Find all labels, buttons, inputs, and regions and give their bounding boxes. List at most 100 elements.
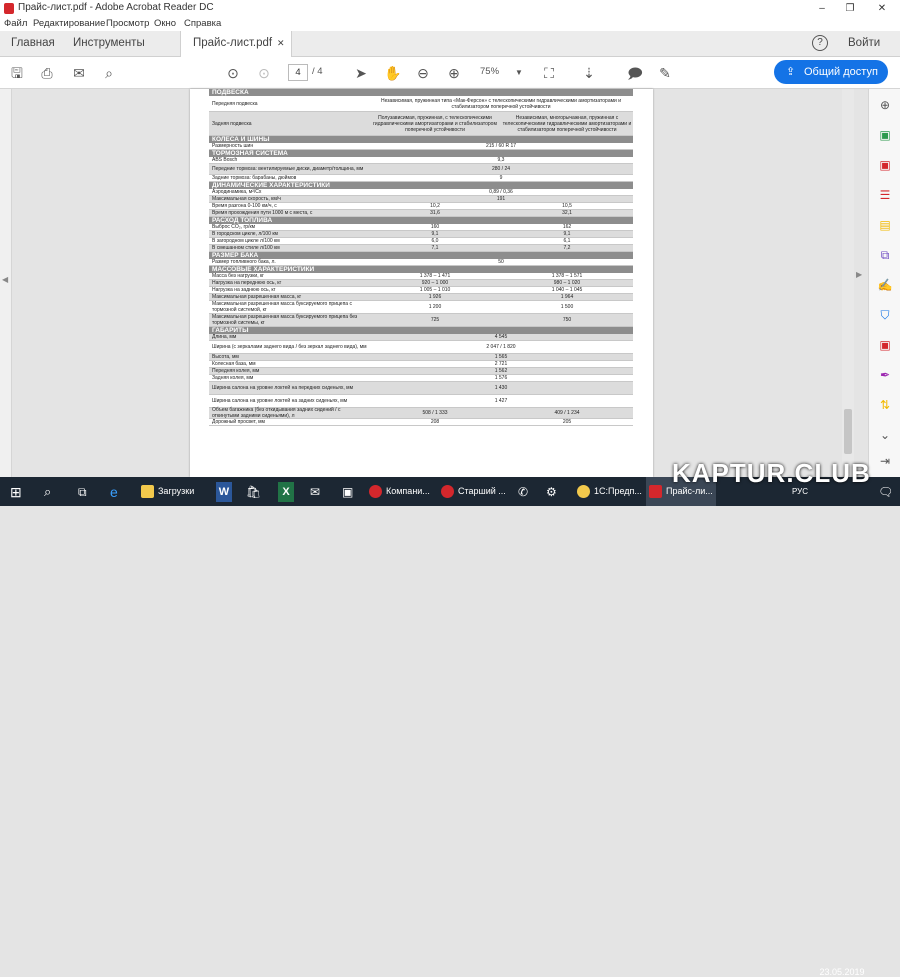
taskbar-app-label: Загрузки xyxy=(158,486,195,496)
create-pdf-icon[interactable]: ▣ xyxy=(877,157,893,173)
menu-window[interactable]: Окно xyxy=(154,18,176,29)
start-windows-icon[interactable]: ⊞ xyxy=(10,482,22,502)
comment-icon[interactable]: 🗩 xyxy=(626,64,644,82)
menu-edit[interactable]: Редактирование xyxy=(33,18,105,29)
help-icon[interactable]: ? xyxy=(812,35,828,51)
spec-value-variant-1: 9,1 xyxy=(431,231,439,237)
spec-row: Размер топливного бака, л. 50 xyxy=(209,259,633,266)
tab-home[interactable]: Главная xyxy=(11,37,55,49)
highlight-pen-icon[interactable]: ✎ xyxy=(656,64,674,82)
section-header: ГАБАРИТЫ xyxy=(209,327,633,334)
zoom-level-dropdown[interactable]: 75% xyxy=(480,66,499,77)
maximize-button[interactable]: ❐ xyxy=(838,1,862,16)
scrollbar-thumb[interactable] xyxy=(844,409,852,454)
viber-icon[interactable]: ✆ xyxy=(518,482,528,502)
spec-value-variant-1: 160 xyxy=(430,224,440,230)
sign-in-link[interactable]: Войти xyxy=(848,37,880,49)
spec-value: 2 721 xyxy=(494,361,508,367)
spec-value: 1 565 xyxy=(494,354,508,360)
notifications-icon[interactable]: 🗨 xyxy=(878,482,893,502)
spec-label: Аэродинамика, м²/Cx xyxy=(212,189,262,195)
tab-tools[interactable]: Инструменты xyxy=(73,37,145,49)
spec-value-variant-2: 1 964 xyxy=(560,294,574,300)
acrobat-icon xyxy=(649,485,662,498)
spec-value-variant-2: 409 / 1 234 xyxy=(554,410,580,416)
word-icon[interactable]: W xyxy=(216,482,232,502)
spec-row: Задняя колея, мм 1 576 xyxy=(209,375,633,382)
organize-pages-icon[interactable]: ☰ xyxy=(877,187,893,203)
minimize-button[interactable]: – xyxy=(810,1,834,16)
scroll-mode-icon[interactable]: ⇣ xyxy=(580,64,598,82)
spec-label: ABS Bosch xyxy=(212,157,238,163)
next-page-icon[interactable]: ⊙ xyxy=(255,64,273,82)
expand-pane-icon[interactable]: ⇥ xyxy=(877,453,893,469)
section-header: РАСХОД ТОПЛИВА xyxy=(209,217,633,224)
spec-label: В загородном цикле л/100 км xyxy=(212,238,280,244)
export-pdf-icon[interactable]: ▣ xyxy=(877,127,893,143)
comment-tool-icon[interactable]: ▤ xyxy=(877,217,893,233)
save-icon[interactable]: 🖫 xyxy=(8,64,26,82)
spec-value-variant-2: 750 xyxy=(562,317,572,323)
expand-left-panel-icon[interactable]: ◀ xyxy=(2,275,8,284)
excel-icon[interactable]: X xyxy=(278,482,294,502)
taskbar-app-opera-2[interactable]: Старший ... xyxy=(438,477,510,506)
spec-row: Высота, мм 1 565 xyxy=(209,354,633,361)
left-panel-strip[interactable]: ◀ xyxy=(0,89,12,477)
signature-icon[interactable]: ✒ xyxy=(877,367,893,383)
opera-icon xyxy=(369,485,382,498)
spec-row: Максимальная разрешенная масса, кг 1 926 1… xyxy=(209,294,633,301)
fill-sign-icon[interactable]: ✍ xyxy=(877,277,893,293)
zoom-in-icon[interactable]: ⊕ xyxy=(445,64,463,82)
app-icon[interactable]: ⚙ xyxy=(546,482,557,502)
spec-value: 9,3 xyxy=(497,157,505,163)
spec-value-variant-1: 920 – 1 000 xyxy=(421,280,449,286)
vertical-scrollbar[interactable] xyxy=(842,89,854,477)
taskbar-app-1c[interactable]: 1С:Предп... xyxy=(574,477,644,506)
select-cursor-icon[interactable]: ➤ xyxy=(352,64,370,82)
folder-icon xyxy=(141,485,154,498)
combine-files-icon[interactable]: ⧉ xyxy=(877,247,893,263)
spec-row: Передние тормоза: вентилируемые диски, д… xyxy=(209,164,633,175)
spec-value-variant-2: 980 – 1 020 xyxy=(553,280,581,286)
zoom-out-icon[interactable]: ⊖ xyxy=(414,64,432,82)
task-view-icon[interactable]: ⧉ xyxy=(78,482,87,502)
title-bar: Прайс-лист.pdf - Adobe Acrobat Reader DC… xyxy=(0,0,900,17)
search-icon[interactable]: ⌕ xyxy=(100,64,118,82)
share-button[interactable]: ⇪ Общий доступ xyxy=(774,60,888,84)
menu-view[interactable]: Просмотр xyxy=(106,18,149,29)
previous-page-icon[interactable]: ⊙ xyxy=(224,64,242,82)
print-icon[interactable]: ⎙ xyxy=(38,64,56,82)
spec-row: ABS Bosch 9,3 xyxy=(209,157,633,164)
more-tools-icon[interactable]: ⌄ xyxy=(877,427,893,443)
close-button[interactable]: ✕ xyxy=(870,1,894,16)
protect-icon[interactable]: ⛉ xyxy=(877,307,893,323)
send-for-review-icon[interactable]: ⇅ xyxy=(877,397,893,413)
spec-row: Максимальная скорость, км/ч 191 xyxy=(209,196,633,203)
tab-document[interactable]: Прайс-лист.pdf ✕ xyxy=(180,31,292,57)
store-icon[interactable]: 🛍 xyxy=(246,482,261,502)
spec-row: Нагрузка на заднюю ось, кг 1 005 – 1 010 1… xyxy=(209,287,633,294)
zoom-dropdown-chevron-icon[interactable]: ▼ xyxy=(510,64,528,82)
spec-table: ПОДВЕСКА Передняя подвеска Независимая, пр… xyxy=(209,89,633,426)
tab-close-icon[interactable]: ✕ xyxy=(277,38,285,49)
enhance-scan-icon[interactable]: ⊕ xyxy=(877,97,893,113)
photos-icon[interactable]: ▣ xyxy=(342,482,353,502)
search-taskbar-icon[interactable]: ⌕ xyxy=(44,482,51,502)
menu-help[interactable]: Справка xyxy=(184,18,221,29)
taskbar-app-downloads[interactable]: Загрузки xyxy=(138,477,210,506)
compress-pdf-icon[interactable]: ▣ xyxy=(877,337,893,353)
hand-tool-icon[interactable]: ✋ xyxy=(384,64,402,82)
1c-icon xyxy=(577,485,590,498)
taskbar-app-opera-1[interactable]: Компани... xyxy=(366,477,434,506)
page-number-input[interactable]: 4 xyxy=(288,64,308,81)
spec-value-variant-1: 31,6 xyxy=(430,210,440,216)
email-icon[interactable]: ✉ xyxy=(70,64,88,82)
spec-row: Ширина (с зеркалами заднего вида / без з… xyxy=(209,341,633,354)
page-fit-icon[interactable]: ⛶ xyxy=(540,64,558,82)
menu-file[interactable]: Файл xyxy=(4,18,27,29)
acrobat-app-icon xyxy=(4,3,14,14)
collapse-right-panel-icon[interactable]: ▶ xyxy=(856,270,862,279)
mail-icon[interactable]: ✉ xyxy=(310,482,320,502)
system-clock[interactable]: 23.05.2019 xyxy=(814,958,870,977)
edge-browser-icon[interactable]: e xyxy=(110,482,118,502)
